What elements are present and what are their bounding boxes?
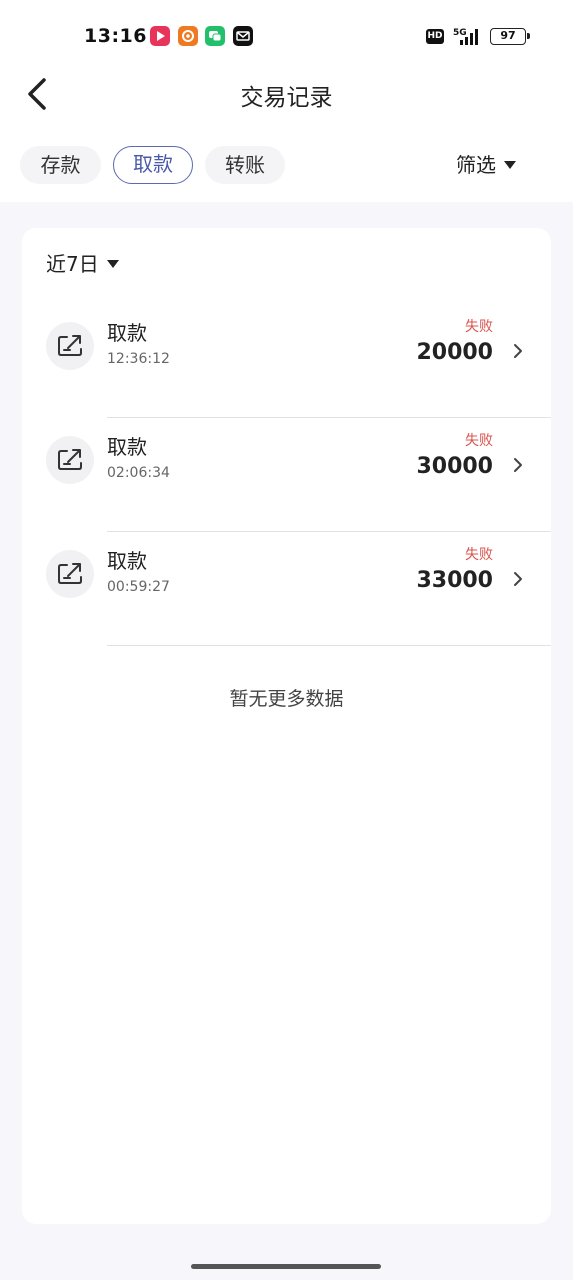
record-amount: 20000 (416, 340, 493, 365)
chevron-right-icon (511, 340, 525, 362)
record-status: 失败 (465, 433, 493, 449)
record-time: 00:59:27 (107, 579, 170, 595)
record-item[interactable]: 取款 12:36:12 失败 20000 (22, 304, 551, 418)
record-item[interactable]: 取款 00:59:27 失败 33000 (22, 532, 551, 646)
page-title: 交易记录 (240, 85, 333, 111)
record-title: 取款 (107, 321, 147, 345)
record-title: 取款 (107, 435, 147, 459)
filter-label: 筛选 (456, 153, 496, 177)
period-selector[interactable]: 近7日 (46, 250, 119, 278)
status-time: 13:16 (84, 25, 147, 47)
record-item[interactable]: 取款 02:06:34 失败 30000 (22, 418, 551, 532)
withdraw-icon (46, 322, 94, 370)
record-status: 失败 (465, 547, 493, 563)
withdraw-icon (46, 550, 94, 598)
record-status: 失败 (465, 319, 493, 335)
record-title: 取款 (107, 549, 147, 573)
tab-withdraw[interactable]: 取款 (113, 146, 193, 184)
record-time: 02:06:34 (107, 465, 170, 481)
filter-button[interactable]: 筛选 (456, 148, 516, 182)
caret-down-icon (504, 161, 516, 169)
tab-deposit[interactable]: 存款 (20, 146, 101, 184)
withdraw-icon (46, 436, 94, 484)
hd-badge: HD (426, 29, 444, 44)
records-card: 近7日 取款 12:36:12 失败 20000 取款 02:06:34 失败 … (22, 228, 551, 1224)
status-bar: 13:16 HD 5G 97 (0, 20, 573, 54)
divider (107, 644, 551, 646)
signal-icon: 5G (451, 26, 485, 46)
network-type: 5G (453, 28, 467, 38)
chevron-right-icon (511, 568, 525, 590)
mail-app-icon (233, 26, 253, 46)
home-indicator[interactable] (191, 1264, 381, 1269)
chevron-right-icon (511, 454, 525, 476)
empty-more-text: 暂无更多数据 (229, 688, 344, 710)
record-amount: 33000 (416, 568, 493, 593)
tab-transfer[interactable]: 转账 (205, 146, 285, 184)
record-time: 12:36:12 (107, 351, 170, 367)
browser-app-icon (178, 26, 198, 46)
video-app-icon (150, 26, 170, 46)
caret-down-icon (106, 260, 119, 268)
period-label: 近7日 (46, 252, 99, 276)
chat-app-icon (205, 26, 225, 46)
battery-icon: 97 (490, 28, 530, 45)
record-amount: 30000 (416, 454, 493, 479)
